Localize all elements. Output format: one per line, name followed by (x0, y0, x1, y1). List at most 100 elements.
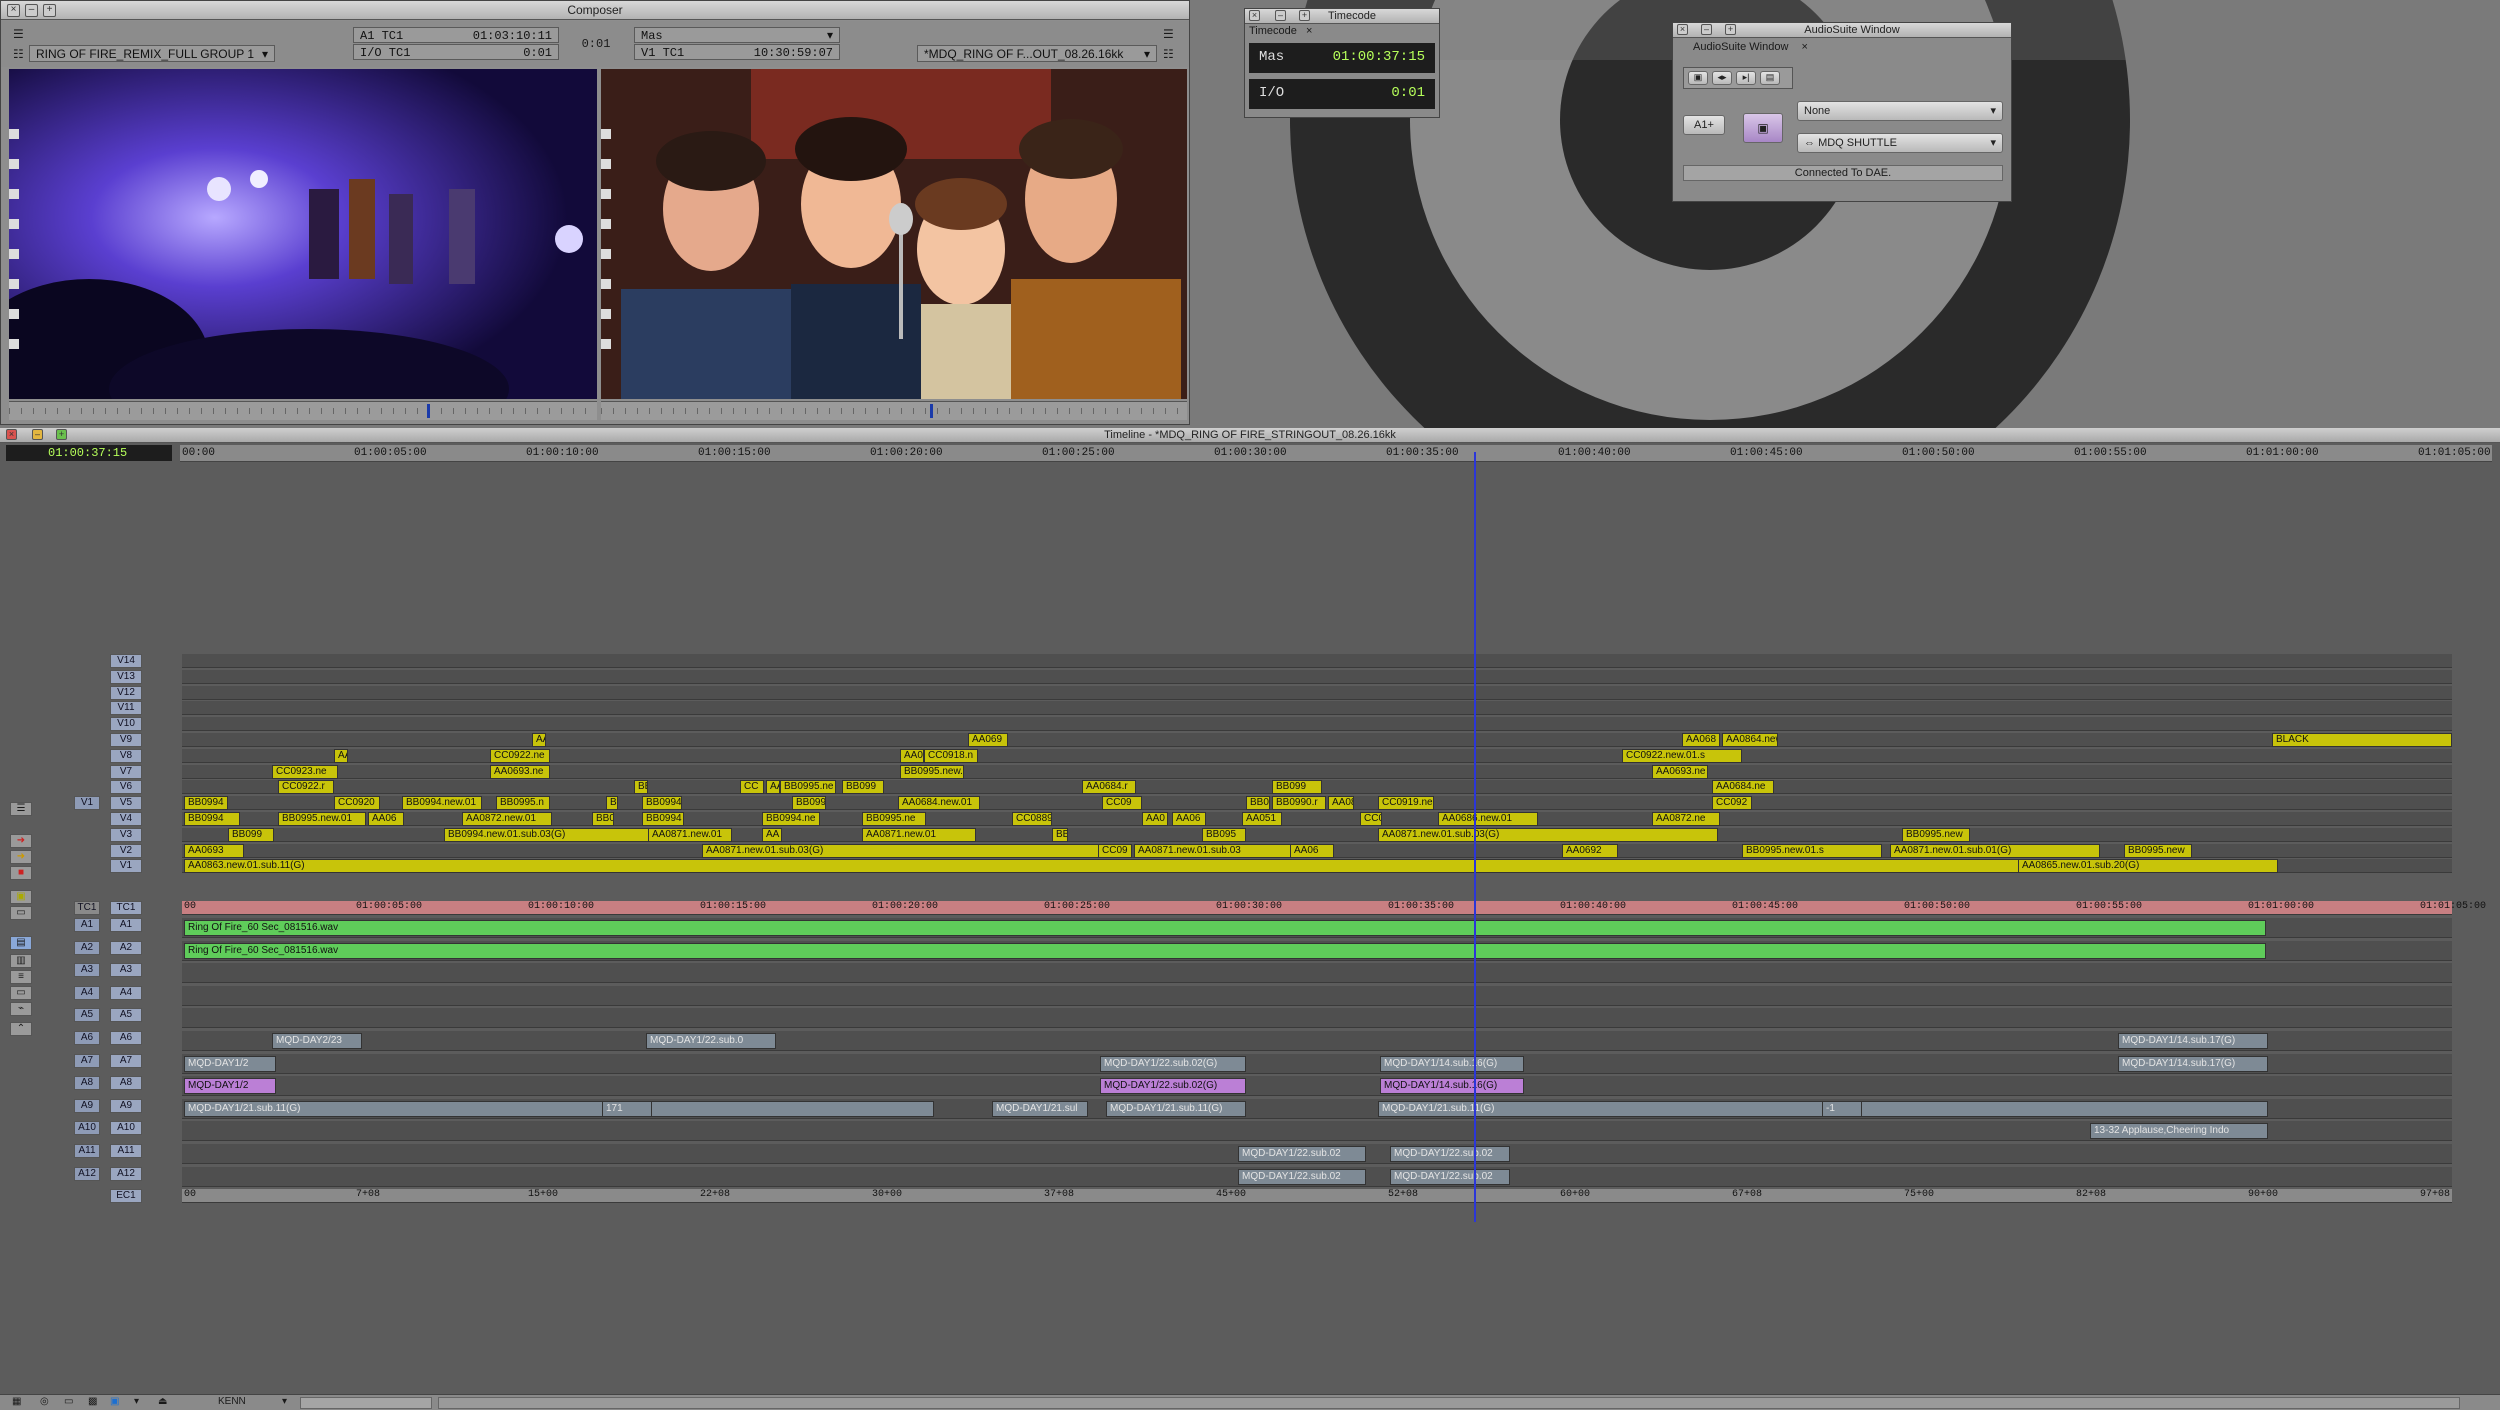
minimize-icon[interactable]: – (1275, 10, 1286, 21)
record-track-a7[interactable]: A7 (74, 1054, 100, 1068)
tc-track-select[interactable]: TC1 (74, 901, 100, 915)
video-clip[interactable]: CC0923.ne (272, 765, 338, 779)
timeline-window[interactable]: × – + Timeline - *MDQ_RING OF FIRE_STRIN… (0, 428, 2500, 1409)
track-label-a5[interactable]: A5 (110, 1008, 142, 1022)
track-label-v11[interactable]: V11 (110, 701, 142, 715)
eject-icon[interactable]: ⏏ (158, 1396, 167, 1407)
video-clip[interactable]: AA0 (1142, 812, 1168, 826)
video-clip[interactable]: CC0922.new.01.s (1622, 749, 1742, 763)
video-clip[interactable]: AA0 (532, 733, 546, 747)
video-clip[interactable]: CC09 (1098, 844, 1132, 858)
video-clip[interactable]: BB09 (1246, 796, 1270, 810)
audio-clip[interactable]: MQD-DAY1/22.sub.02 (1390, 1146, 1510, 1162)
video-clip[interactable]: AA0865.new.01.sub.20(G) (2018, 859, 2278, 873)
record-track-a4[interactable]: A4 (74, 986, 100, 1000)
fast-menu-icon[interactable]: ☷ (1163, 47, 1174, 61)
video-clip[interactable]: BB0 (592, 812, 614, 826)
chevron-down-icon[interactable]: ▾ (282, 1396, 287, 1407)
timeline-tracks[interactable]: V14V13V12V11V10V9V8V7V6V5V4V3V2V1V1AA0AA… (0, 428, 2500, 1409)
video-clip[interactable]: BB0995.ne (780, 780, 836, 794)
video-clip[interactable]: AA0871.new.01.sub.03 (1134, 844, 1294, 858)
track-label-v3[interactable]: V3 (110, 828, 142, 842)
video-clip[interactable]: AA068 (1682, 733, 1720, 747)
audio-clip[interactable]: Ring Of Fire_60 Sec_081516.wav (184, 920, 2266, 936)
track-row-v14[interactable] (182, 654, 2452, 668)
audio-clip[interactable]: MQD-DAY1/22.sub.02 (1238, 1146, 1366, 1162)
track-label-a7[interactable]: A7 (110, 1054, 142, 1068)
track-label-v13[interactable]: V13 (110, 670, 142, 684)
audio-clip[interactable]: MQD-DAY1/14.sub.17(G) (2118, 1056, 2268, 1072)
minimize-icon[interactable]: – (25, 4, 38, 17)
timeline-zoom-slider[interactable] (300, 1397, 432, 1409)
video-clip[interactable]: CC0918.n (924, 749, 978, 763)
menu-icon[interactable]: ☰ (1163, 27, 1174, 41)
video-clip[interactable]: BB0994.new.01.sub.03(G) (444, 828, 662, 842)
close-icon[interactable]: × (1801, 41, 1807, 53)
timeline-scrollbar[interactable] (438, 1397, 2460, 1409)
ec-track-label[interactable]: EC1 (110, 1189, 142, 1203)
video-clip[interactable]: CC0919.ne (1378, 796, 1434, 810)
audio-clip[interactable]: MQD-DAY1/22.sub.02(G) (1100, 1078, 1246, 1094)
track-label-a6[interactable]: A6 (110, 1031, 142, 1045)
video-clip[interactable]: AA0684.r (1082, 780, 1136, 794)
source-position-indicator[interactable] (427, 404, 430, 418)
record-icon[interactable]: ◎ (40, 1396, 49, 1407)
video-clip[interactable]: AA (766, 780, 780, 794)
audio-clip[interactable]: MQD-DAY1/22.sub.02 (1238, 1169, 1366, 1185)
record-viewer[interactable] (601, 69, 1187, 399)
menu-icon[interactable]: ☰ (13, 27, 24, 41)
plugin-icon[interactable]: ▣ (1688, 71, 1708, 85)
video-clip[interactable]: AA0871.new.01.sub.03(G) (1378, 828, 1718, 842)
timecode-row-io[interactable]: I/O 0:01 (1249, 79, 1435, 109)
audiosuite-tab[interactable]: AudioSuite Window × (1693, 41, 1833, 57)
timecode-titlebar[interactable]: × – + Timecode (1245, 9, 1439, 24)
audio-clip[interactable]: MQD-DAY1/14.sub.16(G) (1380, 1078, 1524, 1094)
source-viewer[interactable] (9, 69, 597, 399)
audio-clip[interactable]: Ring Of Fire_60 Sec_081516.wav (184, 943, 2266, 959)
video-clip[interactable]: CC (740, 780, 764, 794)
audiosuite-titlebar[interactable]: × – + AudioSuite Window (1673, 23, 2011, 38)
render-icon[interactable]: ▸| (1736, 71, 1756, 85)
audio-clip[interactable]: MQD-DAY1/14.sub.17(G) (2118, 1033, 2268, 1049)
record-track-a3[interactable]: A3 (74, 963, 100, 977)
timecode-tab[interactable]: Timecode × (1249, 25, 1435, 41)
track-label-a4[interactable]: A4 (110, 986, 142, 1000)
track-label-v14[interactable]: V14 (110, 654, 142, 668)
plugin-active-icon[interactable]: ▣ (1743, 113, 1783, 143)
video-clip[interactable]: AA0692 (1562, 844, 1618, 858)
right-row-1[interactable]: Mas ▾ (634, 27, 840, 43)
video-clip[interactable]: AA06 (1290, 844, 1334, 858)
track-label-v8[interactable]: V8 (110, 749, 142, 763)
left-sequence-select[interactable]: RING OF FIRE_REMIX_FULL GROUP 1 ▾ (29, 45, 275, 62)
video-clip[interactable]: AA06 (368, 812, 404, 826)
video-clip[interactable]: BB0995.ne (862, 812, 926, 826)
video-clip[interactable]: BB0995.new.01.s (1742, 844, 1882, 858)
track-row-a5[interactable] (182, 1008, 2452, 1028)
image-icon[interactable]: ▩ (88, 1396, 97, 1407)
audio-clip[interactable]: MQD-DAY1/22.sub.02(G) (1100, 1056, 1246, 1072)
video-clip[interactable]: BB0995.n (496, 796, 550, 810)
timecode-window[interactable]: × – + Timecode Timecode × Mas 01:00:37:1… (1244, 8, 1440, 118)
video-clip[interactable]: AA0684.new.01 (898, 796, 980, 810)
audio-clip[interactable]: MQD-DAY1/2 (184, 1056, 276, 1072)
preview-icon[interactable]: ◂▸ (1712, 71, 1732, 85)
close-icon[interactable]: × (7, 4, 20, 17)
playhead[interactable] (1474, 452, 1476, 1222)
video-clip[interactable]: AA (334, 749, 348, 763)
video-clip[interactable]: BB (634, 780, 648, 794)
video-clip[interactable]: BB099 (228, 828, 274, 842)
tc-row-1[interactable]: A1 TC1 01:03:10:11 (353, 27, 559, 43)
video-clip[interactable]: BB0995.new.01 (900, 765, 964, 779)
video-clip[interactable]: BB0994 (642, 812, 684, 826)
minimize-icon[interactable]: – (1701, 24, 1712, 35)
video-clip[interactable]: CC092 (1712, 796, 1752, 810)
zoom-icon[interactable]: + (1299, 10, 1310, 21)
track-row-a4[interactable] (182, 986, 2452, 1006)
record-position-indicator[interactable] (930, 404, 933, 418)
track-label-a3[interactable]: A3 (110, 963, 142, 977)
video-clip[interactable]: AA0871.new.01 (648, 828, 732, 842)
video-clip[interactable]: BB095 (1202, 828, 1246, 842)
video-clip[interactable]: AA08 (1328, 796, 1354, 810)
track-label-v1[interactable]: V1 (110, 859, 142, 873)
video-clip[interactable]: BB0994 (642, 796, 682, 810)
